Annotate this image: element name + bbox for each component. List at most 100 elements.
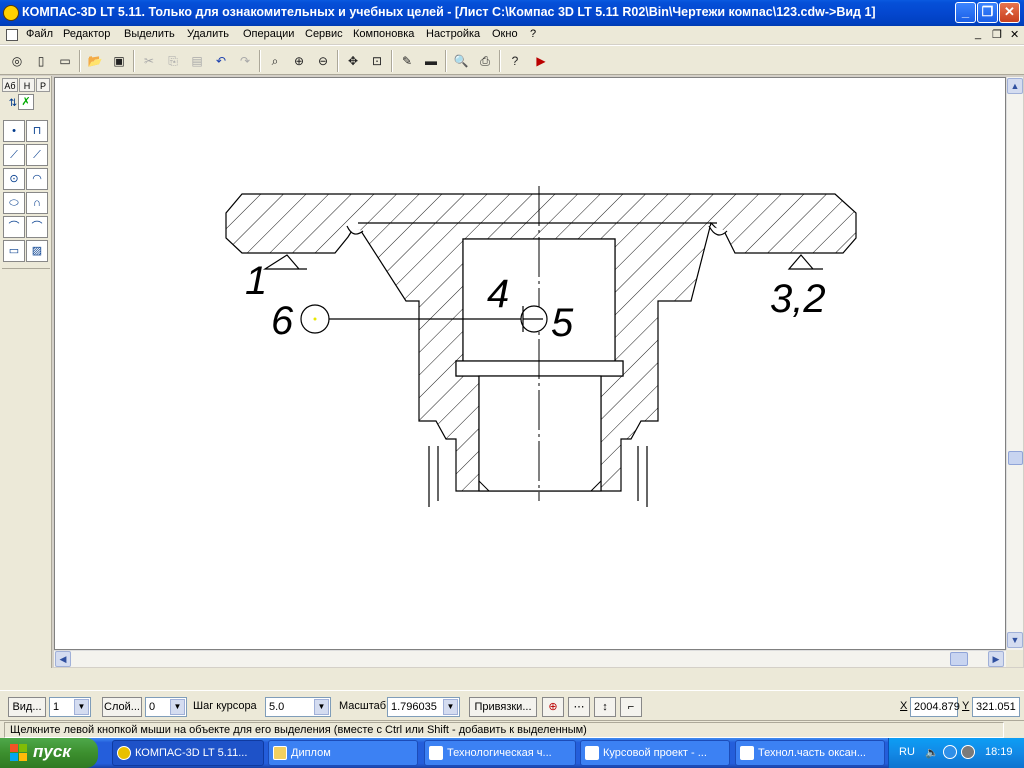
y-label: Y xyxy=(962,700,970,712)
ortho-icon[interactable]: ⌐ xyxy=(620,697,642,717)
fillet-icon[interactable]: ⌒ xyxy=(3,216,25,238)
polyline-icon[interactable]: ⊓ xyxy=(26,120,48,142)
zoom-fit-icon[interactable]: ⊡ xyxy=(366,50,388,72)
menu-help[interactable]: ? xyxy=(530,28,536,40)
layer-button[interactable]: Слой... xyxy=(102,697,142,717)
task-kompas[interactable]: КОМПАС-3D LT 5.11... xyxy=(112,740,264,766)
tab-dimensions[interactable]: H xyxy=(19,78,35,92)
close-button[interactable]: ✕ xyxy=(999,2,1020,23)
new-document-icon[interactable]: ▭ xyxy=(54,50,76,72)
new-fragment-icon[interactable]: ▯ xyxy=(30,50,52,72)
horizontal-scroll-thumb[interactable] xyxy=(950,652,968,666)
menu-layout[interactable]: Компоновка xyxy=(353,28,414,40)
aux-line-icon[interactable]: ⟋ xyxy=(26,144,48,166)
snaps-button[interactable]: Привязки... xyxy=(469,697,537,717)
tray-app-icon[interactable] xyxy=(961,745,975,759)
chamfer-icon[interactable]: ⌒ xyxy=(26,216,48,238)
print-icon[interactable]: ⎙ xyxy=(474,50,496,72)
print-preview-icon[interactable]: 🔍 xyxy=(450,50,472,72)
task-word-tech[interactable]: Технологическая ч... xyxy=(424,740,576,766)
step-select[interactable]: 5.0 ▼ xyxy=(265,697,331,717)
clock: 18:19 xyxy=(985,746,1013,758)
x-coordinate-field[interactable]: 2004.879 xyxy=(910,697,960,717)
menu-editor[interactable]: Редактор xyxy=(63,28,110,40)
open-folder-icon[interactable]: 📂 xyxy=(84,50,106,72)
view-button[interactable]: Вид... xyxy=(8,697,46,717)
label-3-2: 3,2 xyxy=(770,277,826,321)
chevron-down-icon[interactable]: ▼ xyxy=(74,699,89,715)
zoom-in-icon[interactable]: ⊕ xyxy=(288,50,310,72)
volume-icon[interactable]: 🔈 xyxy=(925,746,939,759)
label-1: 1 xyxy=(245,259,267,303)
drawing-svg: 1 3,2 4 5 6 xyxy=(225,186,857,507)
undo-icon[interactable]: ↶ xyxy=(210,50,232,72)
scale-select[interactable]: 1.796035 ▼ xyxy=(387,697,460,717)
network-icon[interactable] xyxy=(943,745,957,759)
mdi-minimize-button[interactable]: _ xyxy=(975,28,981,40)
point-icon[interactable]: • xyxy=(3,120,25,142)
segment-icon[interactable]: ⟋ xyxy=(3,144,25,166)
title-bar[interactable]: КОМПАС-3D LT 5.11. Только для ознакомите… xyxy=(0,0,1024,26)
horizontal-scrollbar[interactable]: ◀ ▶ xyxy=(54,650,1006,667)
ellipse-icon[interactable]: ⬭ xyxy=(3,192,25,214)
chevron-down-icon[interactable]: ▼ xyxy=(443,699,458,715)
mdi-close-button[interactable]: ✕ xyxy=(1010,28,1019,41)
menu-window[interactable]: Окно xyxy=(492,28,518,40)
kompas-icon xyxy=(117,746,131,760)
new-sheet-icon[interactable]: ◎ xyxy=(6,50,28,72)
language-indicator[interactable]: RU xyxy=(899,746,915,758)
menu-select[interactable]: Выделить xyxy=(124,28,175,40)
copy-icon[interactable]: ⎘ xyxy=(162,50,184,72)
grid-icon[interactable]: ⋯ xyxy=(568,697,590,717)
zoom-window-icon[interactable]: ⌕ xyxy=(264,50,286,72)
circle-icon[interactable]: ⊙ xyxy=(3,168,25,190)
vertical-scrollbar[interactable]: ▲ ▼ xyxy=(1006,77,1023,650)
bezier-icon[interactable]: ∩ xyxy=(26,192,48,214)
tab-text[interactable]: Aб xyxy=(2,78,18,92)
paste-icon[interactable]: ▤ xyxy=(186,50,208,72)
scroll-right-button[interactable]: ▶ xyxy=(988,651,1004,667)
arc-icon[interactable]: ◠ xyxy=(26,168,48,190)
mdi-restore-button[interactable]: ❐ xyxy=(992,28,1002,41)
geometry-tab-icon[interactable]: ✗ xyxy=(18,94,34,110)
hatch-icon[interactable]: ▨ xyxy=(26,240,48,262)
vertical-scroll-thumb[interactable] xyxy=(1008,451,1023,465)
snap-toggle-icon[interactable]: ⊕ xyxy=(542,697,564,717)
redo-icon[interactable]: ↷ xyxy=(234,50,256,72)
refresh-icon[interactable]: ✎ xyxy=(396,50,418,72)
menu-file[interactable]: Файл xyxy=(26,28,53,40)
view-select[interactable]: 1 ▼ xyxy=(49,697,91,717)
save-icon[interactable]: ▣ xyxy=(108,50,130,72)
layer-select[interactable]: 0 ▼ xyxy=(145,697,187,717)
menu-service[interactable]: Сервис xyxy=(305,28,343,40)
drawing-canvas[interactable]: 1 3,2 4 5 6 xyxy=(54,77,1006,650)
y-coordinate-field[interactable]: 321.051 xyxy=(972,697,1020,717)
menu-delete[interactable]: Удалить xyxy=(187,28,229,40)
start-button[interactable]: пуск xyxy=(0,738,98,768)
scroll-left-button[interactable]: ◀ xyxy=(55,651,71,667)
scroll-up-button[interactable]: ▲ xyxy=(1007,78,1023,94)
task-word-course[interactable]: Курсовой проект - ... xyxy=(580,740,730,766)
redraw-icon[interactable]: ▬ xyxy=(420,50,442,72)
task-folder-diplom[interactable]: Диплом xyxy=(268,740,418,766)
word-icon xyxy=(429,746,443,760)
chevron-down-icon[interactable]: ▼ xyxy=(314,699,329,715)
chevron-down-icon[interactable]: ▼ xyxy=(170,699,185,715)
menu-settings[interactable]: Настройка xyxy=(426,28,480,40)
hint-bar: Щелкните левой кнопкой мыши на объекте д… xyxy=(0,720,1024,738)
rectangle-icon[interactable]: ▭ xyxy=(3,240,25,262)
minimize-button[interactable]: _ xyxy=(955,2,976,23)
document-icon[interactable] xyxy=(6,29,18,41)
context-help-icon[interactable]: ? xyxy=(504,50,526,72)
tab-parameters[interactable]: P xyxy=(36,78,50,92)
exit-icon[interactable]: ▶ xyxy=(530,50,552,72)
zoom-out-icon[interactable]: ⊖ xyxy=(312,50,334,72)
scroll-down-button[interactable]: ▼ xyxy=(1007,632,1023,648)
label-6: 6 xyxy=(271,299,294,343)
pan-icon[interactable]: ✥ xyxy=(342,50,364,72)
maximize-button[interactable]: ❐ xyxy=(977,2,998,23)
local-cs-icon[interactable]: ↕ xyxy=(594,697,616,717)
task-word-oksana[interactable]: Технол.часть оксан... xyxy=(735,740,885,766)
cut-icon[interactable]: ✂ xyxy=(138,50,160,72)
menu-operations[interactable]: Операции xyxy=(243,28,294,40)
